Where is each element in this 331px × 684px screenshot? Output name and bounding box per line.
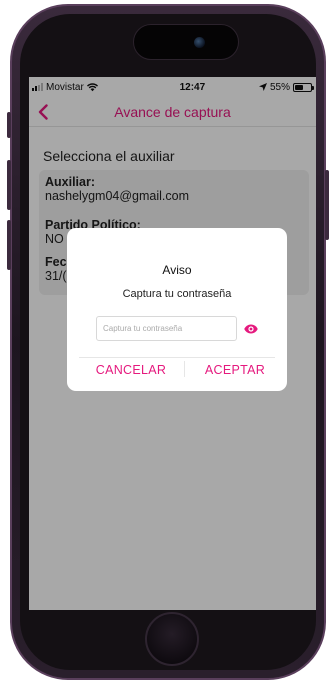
dialog-title: Aviso <box>162 263 192 277</box>
dialog-message: Captura tu contraseña <box>122 288 232 300</box>
dialog-divider <box>79 357 275 358</box>
phone-screen: Movistar 12:47 55% Avance de captura Sel… <box>29 77 316 610</box>
volume-down-button <box>7 220 11 270</box>
camera-notch <box>133 24 239 60</box>
show-password-toggle[interactable] <box>242 320 260 338</box>
home-button[interactable] <box>145 612 199 666</box>
volume-up-button <box>7 160 11 210</box>
password-input[interactable] <box>96 316 237 341</box>
power-button <box>325 170 329 240</box>
camera-lens-icon <box>194 37 205 48</box>
accept-button[interactable]: ACEPTAR <box>189 359 281 381</box>
mute-switch <box>7 112 11 138</box>
button-separator <box>184 361 185 377</box>
password-dialog: Aviso Captura tu contraseña CANCELAR ACE… <box>67 228 287 391</box>
cancel-button[interactable]: CANCELAR <box>85 359 177 381</box>
eye-icon <box>244 324 258 334</box>
